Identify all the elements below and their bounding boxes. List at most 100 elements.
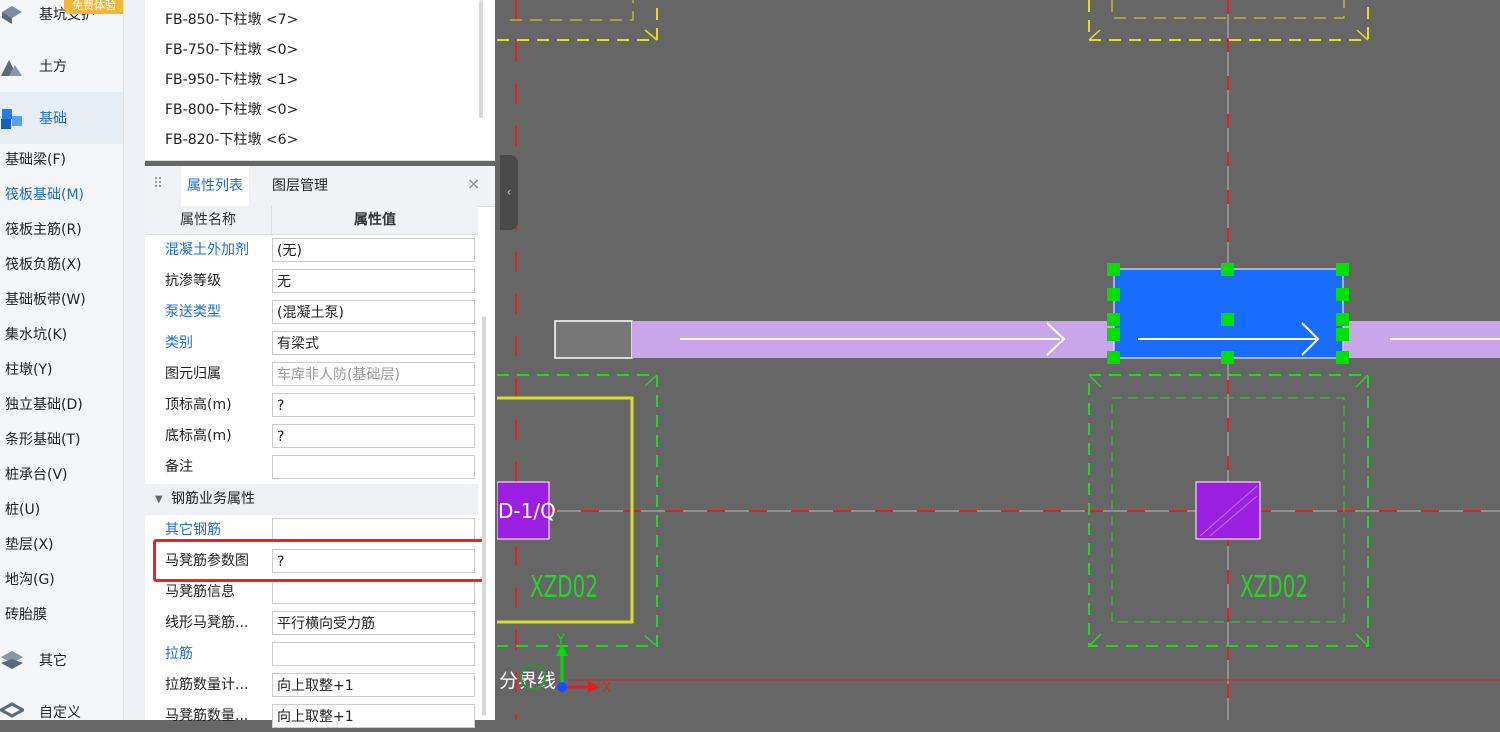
property-name: 备注 xyxy=(165,459,193,475)
property-value[interactable] xyxy=(272,642,475,666)
nav-category-other[interactable]: 其它 xyxy=(0,634,123,686)
property-group-rebar[interactable]: ▼ 钢筋业务属性 xyxy=(145,484,478,515)
header-property-value: 属性值 xyxy=(354,212,396,228)
nav-item[interactable]: 柱墩(Y) xyxy=(5,353,52,388)
grip-handle[interactable] xyxy=(1107,313,1120,326)
header-property-name: 属性名称 xyxy=(145,206,272,234)
component-nav: 基坑支护 免费体验 土方 基础 基础梁(F) 筏板基础(M) 筏板主筋(R) 筏… xyxy=(0,0,123,720)
property-row: 泵送类型 (混凝土泵) xyxy=(145,297,478,328)
ucs-x-label: X xyxy=(602,681,611,696)
grip-handle[interactable] xyxy=(1336,288,1349,301)
property-value[interactable]: (无) xyxy=(272,238,475,262)
property-name[interactable]: 拉筋 xyxy=(165,639,269,670)
other-icon xyxy=(0,650,24,672)
property-value: 车库非人防(基础层) xyxy=(272,362,475,386)
grip-handle[interactable] xyxy=(1107,328,1120,341)
property-name: 图元归属 xyxy=(165,366,221,382)
drag-grip-icon[interactable]: ⠿ xyxy=(153,176,165,194)
properties-scrollbar[interactable] xyxy=(482,316,486,716)
property-value[interactable]: ? xyxy=(272,393,475,417)
grip-handle[interactable] xyxy=(1221,313,1234,326)
property-row: 拉筋 xyxy=(145,639,478,670)
nav-item[interactable]: 基础板带(W) xyxy=(5,283,86,318)
nav-item[interactable]: 砖胎膜 xyxy=(5,598,47,633)
nav-item[interactable]: 集水坑(K) xyxy=(5,318,67,353)
nav-category-label: 土方 xyxy=(39,59,67,75)
nav-item[interactable]: 筏板负筋(X) xyxy=(5,248,82,283)
nav-item[interactable]: 基础梁(F) xyxy=(5,143,66,178)
canvas-background xyxy=(497,0,1500,720)
list-item[interactable]: FB-820-下柱墩 <6> xyxy=(165,125,298,155)
panel-collapse-button[interactable]: ‹ xyxy=(500,155,518,230)
property-row: 图元归属 车库非人防(基础层) xyxy=(145,359,478,390)
list-item[interactable]: FB-750-下柱墩 <0> xyxy=(165,35,298,65)
ucs-origin xyxy=(557,682,567,692)
property-row: 备注 xyxy=(145,452,478,483)
foundation-pit-icon xyxy=(0,4,24,26)
property-name: 线形马凳筋... xyxy=(165,615,249,631)
foundation-icon xyxy=(0,108,24,130)
grip-handle[interactable] xyxy=(1107,288,1120,301)
highlight-box xyxy=(153,539,485,582)
property-value[interactable]: (混凝土泵) xyxy=(272,300,475,324)
beam-segment-gray[interactable] xyxy=(554,320,633,359)
grip-handle[interactable] xyxy=(1336,328,1349,341)
nav-category-foundation[interactable]: 基础 xyxy=(0,92,123,144)
drawing-canvas[interactable]: D-1/Q XZD02 XZD02 分界线 Y X xyxy=(497,0,1500,720)
property-row: 线形马凳筋... 平行横向受力筋 xyxy=(145,608,478,639)
footing-tag-right: XZD02 xyxy=(1240,570,1308,605)
nav-category-earthwork[interactable]: 土方 xyxy=(0,40,123,92)
ucs-y-label: Y xyxy=(556,633,565,648)
property-row: 抗渗等级 无 xyxy=(145,266,478,297)
grip-handle[interactable] xyxy=(1221,263,1234,276)
footing-tag-left: XZD02 xyxy=(530,570,598,605)
property-value[interactable]: 无 xyxy=(272,269,475,293)
nav-category-label: 自定义 xyxy=(39,705,81,720)
property-value[interactable] xyxy=(272,580,475,604)
grip-handle[interactable] xyxy=(1107,263,1120,276)
grip-handle[interactable] xyxy=(1336,351,1349,364)
property-value[interactable]: 平行横向受力筋 xyxy=(272,611,475,635)
property-row: 类别 有梁式 xyxy=(145,328,478,359)
property-name[interactable]: 混凝土外加剂 xyxy=(165,235,269,266)
nav-item[interactable]: 桩(U) xyxy=(5,493,40,528)
property-value[interactable]: 向上取整+1 xyxy=(272,673,475,697)
property-name[interactable]: 类别 xyxy=(165,328,269,359)
list-scrollbar[interactable] xyxy=(479,0,483,118)
properties-panel: ⠿ 属性列表 图层管理 × 属性名称 属性值 混凝土外加剂 (无) 抗渗等级 无… xyxy=(145,166,495,728)
nav-item[interactable]: 桩承台(V) xyxy=(5,458,68,493)
tab-layer-management[interactable]: 图层管理 xyxy=(266,166,334,206)
nav-item-selected[interactable]: 筏板基础(M) xyxy=(5,178,84,213)
nav-category-custom[interactable]: 自定义 xyxy=(0,686,123,720)
nav-item[interactable]: 条形基础(T) xyxy=(5,423,80,458)
property-row: 混凝土外加剂 (无) xyxy=(145,235,478,266)
nav-item[interactable]: 独立基础(D) xyxy=(5,388,83,423)
property-name: 底标高(m) xyxy=(165,428,232,444)
property-row: 顶标高(m) ? xyxy=(145,390,478,421)
property-value[interactable] xyxy=(272,455,475,479)
nav-item[interactable]: 垫层(X) xyxy=(5,528,54,563)
trial-badge: 免费体验 xyxy=(64,0,123,14)
chevron-left-icon: ‹ xyxy=(506,185,512,199)
grip-handle[interactable] xyxy=(1221,351,1234,364)
list-item[interactable]: FB-850-下柱墩 <7> xyxy=(165,5,298,35)
property-value[interactable]: 有梁式 xyxy=(272,331,475,355)
property-value[interactable]: ? xyxy=(272,424,475,448)
grip-handle[interactable] xyxy=(1107,351,1120,364)
tab-property-list[interactable]: 属性列表 xyxy=(181,166,249,206)
nav-item[interactable]: 筏板主筋(R) xyxy=(5,213,82,248)
grip-handle[interactable] xyxy=(1336,313,1349,326)
group-label: 钢筋业务属性 xyxy=(171,491,255,507)
nav-splitter[interactable] xyxy=(123,0,145,720)
grip-handle[interactable] xyxy=(1336,263,1349,276)
panel-tabs: ⠿ 属性列表 图层管理 × xyxy=(145,166,495,207)
nav-item[interactable]: 地沟(G) xyxy=(5,563,55,598)
list-item[interactable]: FB-950-下柱墩 <1> xyxy=(165,65,298,95)
property-name: 抗渗等级 xyxy=(165,273,221,289)
collapse-arrow-icon[interactable]: ▼ xyxy=(155,484,163,515)
close-icon[interactable]: × xyxy=(467,174,480,193)
list-item[interactable]: FB-800-下柱墩 <0> xyxy=(165,95,298,125)
property-row: 马凳筋数量... 向上取整+1 xyxy=(145,701,478,732)
property-value[interactable]: 向上取整+1 xyxy=(272,704,475,728)
property-name[interactable]: 泵送类型 xyxy=(165,297,269,328)
